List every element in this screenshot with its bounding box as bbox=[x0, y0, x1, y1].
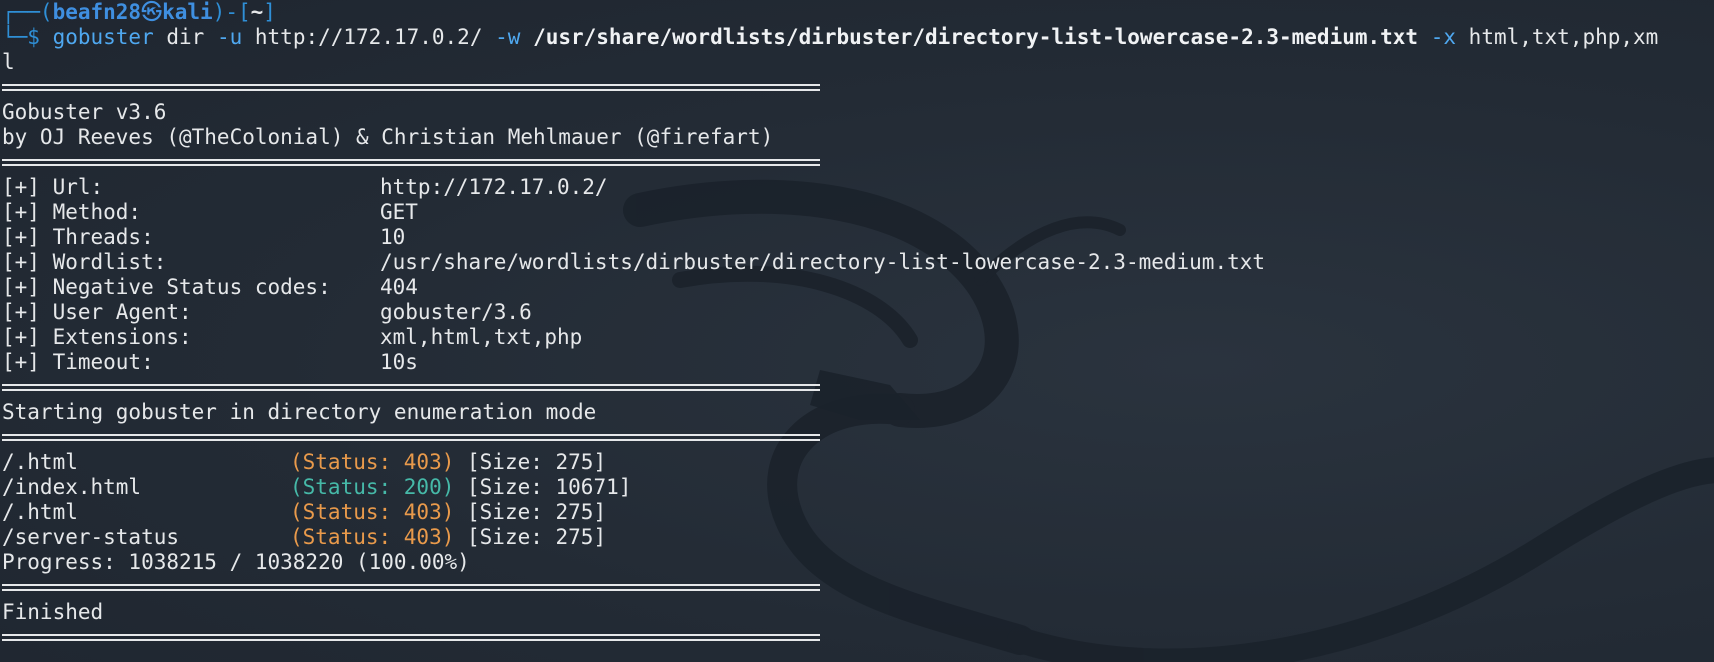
config-row: [+] User Agent: gobuster/3.6 bbox=[2, 300, 1712, 325]
result-size: [Size: 10671] bbox=[454, 475, 632, 499]
prompt-frame-bottom: └─$ bbox=[2, 25, 53, 49]
command-flag-extensions: -x bbox=[1430, 25, 1457, 49]
prompt-frame-mid: )-[ bbox=[212, 0, 251, 24]
command-flag-wordlist: -w bbox=[495, 25, 521, 49]
result-path: /server-status bbox=[2, 525, 180, 549]
separator bbox=[2, 625, 1712, 650]
result-row: /server-status (Status: 403) [Size: 275] bbox=[2, 525, 1712, 550]
config-value: /usr/share/wordlists/dirbuster/directory… bbox=[380, 250, 1266, 274]
config-row: [+] Url: http://172.17.0.2/ bbox=[2, 175, 1712, 200]
separator bbox=[2, 575, 1712, 600]
config-key: [+] Extensions: bbox=[2, 325, 192, 349]
prompt-frame-end: ] bbox=[263, 0, 276, 24]
command-binary: gobuster bbox=[52, 25, 154, 49]
prompt-host: kali bbox=[162, 0, 213, 24]
finished-line: Finished bbox=[2, 600, 104, 624]
result-row: /.html (Status: 403) [Size: 275] bbox=[2, 500, 1712, 525]
separator bbox=[2, 425, 1712, 450]
config-row: [+] Extensions: xml,html,txt,php bbox=[2, 325, 1712, 350]
config-key: [+] Timeout: bbox=[2, 350, 154, 374]
terminal-output: ┌──(beafn28㉿kali)-[~] └─$ gobuster dir -… bbox=[2, 0, 1712, 650]
config-key: [+] Wordlist: bbox=[2, 250, 167, 274]
banner-authors: by OJ Reeves (@TheColonial) & Christian … bbox=[2, 125, 774, 149]
result-row: /.html (Status: 403) [Size: 275] bbox=[2, 450, 1712, 475]
config-row: [+] Negative Status codes: 404 bbox=[2, 275, 1712, 300]
prompt-user: beafn28 bbox=[52, 0, 142, 24]
result-path: /.html bbox=[2, 450, 78, 474]
config-value: gobuster/3.6 bbox=[380, 300, 532, 324]
result-status: (Status: 403) bbox=[290, 525, 455, 549]
config-row: [+] Method: GET bbox=[2, 200, 1712, 225]
result-status: (Status: 200) bbox=[290, 475, 455, 499]
prompt-frame-top: ┌──( bbox=[2, 0, 53, 24]
progress-line: Progress: 1038215 / 1038220 (100.00%) bbox=[2, 550, 470, 574]
command-flag-url: -u bbox=[216, 25, 243, 49]
config-value: GET bbox=[380, 200, 418, 224]
banner-version: Gobuster v3.6 bbox=[2, 100, 167, 124]
command-wordlist-path: /usr/share/wordlists/dirbuster/directory… bbox=[520, 25, 1431, 49]
config-key: [+] Url: bbox=[2, 175, 104, 199]
config-key: [+] User Agent: bbox=[2, 300, 192, 324]
config-key: [+] Threads: bbox=[2, 225, 154, 249]
result-path: /.html bbox=[2, 500, 78, 524]
command-wrap-text: l bbox=[2, 50, 15, 74]
command-subcommand: dir bbox=[153, 25, 217, 49]
prompt-line: ┌──(beafn28㉿kali)-[~] bbox=[2, 0, 1712, 25]
result-path: /index.html bbox=[2, 475, 142, 499]
mode-line: Starting gobuster in directory enumerati… bbox=[2, 400, 597, 424]
config-value: 404 bbox=[380, 275, 418, 299]
result-status: (Status: 403) bbox=[290, 450, 455, 474]
separator bbox=[2, 150, 1712, 175]
separator bbox=[2, 375, 1712, 400]
config-row: [+] Threads: 10 bbox=[2, 225, 1712, 250]
result-size: [Size: 275] bbox=[454, 450, 607, 474]
result-size: [Size: 275] bbox=[454, 525, 607, 549]
result-row: /index.html (Status: 200) [Size: 10671] bbox=[2, 475, 1712, 500]
result-size: [Size: 275] bbox=[454, 500, 607, 524]
result-status: (Status: 403) bbox=[290, 500, 455, 524]
config-value: xml,html,txt,php bbox=[380, 325, 583, 349]
command-line-wrap: l bbox=[2, 50, 1712, 75]
command-line[interactable]: └─$ gobuster dir -u http://172.17.0.2/ -… bbox=[2, 25, 1712, 50]
config-row: [+] Wordlist: /usr/share/wordlists/dirbus… bbox=[2, 250, 1712, 275]
prompt-skull-icon: ㉿ bbox=[141, 0, 163, 24]
separator bbox=[2, 75, 1712, 100]
prompt-cwd: ~ bbox=[250, 0, 264, 24]
terminal-window[interactable]: ┌──(beafn28㉿kali)-[~] └─$ gobuster dir -… bbox=[0, 0, 1714, 662]
config-key: [+] Method: bbox=[2, 200, 142, 224]
config-value: http://172.17.0.2/ bbox=[380, 175, 608, 199]
config-value: 10s bbox=[380, 350, 418, 374]
config-row: [+] Timeout: 10s bbox=[2, 350, 1712, 375]
config-key: [+] Negative Status codes: bbox=[2, 275, 331, 299]
command-url: http://172.17.0.2/ bbox=[242, 25, 496, 49]
config-value: 10 bbox=[380, 225, 406, 249]
command-extensions: html,txt,php,xm bbox=[1456, 25, 1659, 49]
